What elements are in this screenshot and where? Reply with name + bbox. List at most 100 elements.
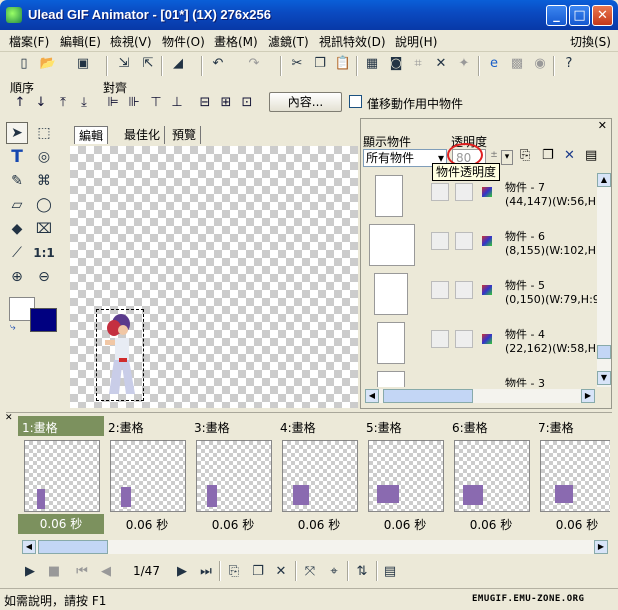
frame-item[interactable]: 4:畫格 0.06 秒 bbox=[276, 416, 362, 536]
duplicate-object-icon[interactable]: ❐ bbox=[542, 148, 554, 163]
first-frame-icon[interactable]: ⏮ bbox=[72, 561, 92, 581]
menu-switch[interactable]: 切換(S) bbox=[570, 33, 611, 50]
bring-forward-icon[interactable]: ↑ bbox=[11, 95, 29, 111]
object-visible-toggle[interactable] bbox=[431, 183, 449, 201]
menu-object[interactable]: 物件(O) bbox=[162, 33, 205, 50]
wizard-icon[interactable]: ◢ bbox=[168, 53, 188, 73]
previous-frame-icon[interactable]: ◀ bbox=[96, 561, 116, 581]
pick-icon[interactable]: ➤ bbox=[6, 122, 28, 144]
background-color-swatch[interactable] bbox=[30, 308, 57, 332]
bring-to-front-icon[interactable]: ⤒ bbox=[54, 95, 72, 111]
cut-icon[interactable]: ✂ bbox=[287, 53, 307, 73]
frame-icon[interactable]: ▦ bbox=[362, 53, 382, 73]
play-icon[interactable]: ▶ bbox=[20, 561, 40, 581]
next-frame-icon[interactable]: ▶ bbox=[172, 561, 192, 581]
scroll-left-icon[interactable]: ◀ bbox=[22, 540, 36, 554]
delete-frame-icon[interactable]: ✕ bbox=[271, 561, 291, 581]
menu-view[interactable]: 檢視(V) bbox=[110, 33, 152, 50]
magic-wand-icon[interactable]: ⌘ bbox=[33, 170, 55, 192]
frame-item[interactable]: 5:畫格 0.06 秒 bbox=[362, 416, 448, 536]
object-row[interactable]: 物件 - 6 (8,155)(W:102,H:8 bbox=[365, 222, 597, 270]
objects-vertical-scrollbar[interactable]: ▲ ▼ bbox=[597, 173, 611, 387]
close-button[interactable]: ✕ bbox=[592, 5, 613, 26]
frame-item[interactable]: 1:畫格 0.06 秒 bbox=[18, 416, 104, 536]
effect-icon[interactable]: ✦ bbox=[454, 53, 474, 73]
move-current-checkbox[interactable] bbox=[349, 95, 362, 108]
align-right-icon[interactable]: ⊪ bbox=[125, 95, 143, 111]
ellipse-icon[interactable]: ◯ bbox=[33, 194, 55, 216]
delete-object-icon[interactable]: ✕ bbox=[564, 148, 575, 163]
stop-icon[interactable]: ■ bbox=[44, 561, 64, 581]
menu-help[interactable]: 說明(H) bbox=[395, 33, 437, 50]
frame-properties-icon[interactable]: ▤ bbox=[380, 561, 400, 581]
canvas[interactable] bbox=[70, 146, 358, 408]
redo-icon[interactable]: ↷ bbox=[244, 53, 264, 73]
object-row[interactable]: 物件 - 7 (44,147)(W:56,H:1 bbox=[365, 173, 597, 221]
frame-item[interactable]: 3:畫格 0.06 秒 bbox=[190, 416, 276, 536]
disabled-icon[interactable]: ◉ bbox=[530, 53, 550, 73]
menu-filter[interactable]: 濾鏡(T) bbox=[268, 33, 309, 50]
marquee-icon[interactable]: ⬚ bbox=[33, 122, 55, 144]
zoom-in-icon[interactable]: ⊕ bbox=[6, 266, 28, 288]
center-horizontal-icon[interactable]: ⊟ bbox=[196, 95, 214, 111]
scroll-down-icon[interactable]: ▼ bbox=[597, 371, 611, 385]
frame-delay[interactable]: 0.06 秒 bbox=[448, 516, 534, 533]
export-icon[interactable]: ⇲ bbox=[114, 53, 134, 73]
tab-preview[interactable]: 預覽 bbox=[168, 126, 202, 144]
maximize-button[interactable]: □ bbox=[569, 5, 590, 26]
transform-icon[interactable]: ⌧ bbox=[33, 218, 55, 240]
banner-text-icon[interactable]: ⌖ bbox=[324, 561, 344, 581]
swap-colors-icon[interactable]: ⤷ bbox=[10, 322, 16, 333]
scroll-thumb[interactable] bbox=[38, 540, 108, 554]
menu-file[interactable]: 檔案(F) bbox=[9, 33, 49, 50]
center-vertical-icon[interactable]: ⊞ bbox=[217, 95, 235, 111]
center-both-icon[interactable]: ⊡ bbox=[238, 95, 256, 111]
frame-delay[interactable]: 0.06 秒 bbox=[276, 516, 362, 533]
opacity-dropdown-icon[interactable]: ▾ bbox=[501, 150, 513, 165]
brush-icon[interactable]: ✎ bbox=[6, 170, 28, 192]
object-lock-toggle[interactable] bbox=[455, 232, 473, 250]
scroll-thumb[interactable] bbox=[383, 389, 473, 403]
frame-delay[interactable]: 0.06 秒 bbox=[18, 514, 104, 534]
panel-close-icon[interactable]: ✕ bbox=[598, 119, 607, 132]
properties-button[interactable]: 內容... bbox=[269, 92, 342, 112]
object-lock-toggle[interactable] bbox=[455, 281, 473, 299]
new-icon[interactable]: ▯ bbox=[14, 53, 34, 73]
object-row[interactable]: 物件 - 3 bbox=[365, 369, 593, 387]
object-lock-toggle[interactable] bbox=[455, 183, 473, 201]
crop-icon[interactable]: ⌗ bbox=[408, 53, 428, 73]
duplicate-frame-icon[interactable]: ❐ bbox=[248, 561, 268, 581]
frame-delay[interactable]: 0.06 秒 bbox=[534, 516, 610, 533]
align-top-icon[interactable]: ⊤ bbox=[147, 95, 165, 111]
send-to-back-icon[interactable]: ⤓ bbox=[75, 95, 93, 111]
scroll-up-icon[interactable]: ▲ bbox=[597, 173, 611, 187]
menu-frame[interactable]: 畫格(M) bbox=[214, 33, 258, 50]
frame-item[interactable]: 6:畫格 0.06 秒 bbox=[448, 416, 534, 536]
align-bottom-icon[interactable]: ⊥ bbox=[168, 95, 186, 111]
text-icon[interactable]: T bbox=[6, 146, 28, 168]
object-visible-toggle[interactable] bbox=[431, 330, 449, 348]
eyedropper-icon[interactable]: ⟋ bbox=[6, 242, 28, 264]
scroll-left-icon[interactable]: ◀ bbox=[365, 389, 379, 403]
tab-optimize[interactable]: 最佳化 bbox=[120, 126, 166, 144]
scroll-thumb[interactable] bbox=[597, 345, 611, 359]
tab-edit[interactable]: 編輯 bbox=[74, 126, 109, 144]
zoom-out-icon[interactable]: ⊖ bbox=[33, 266, 55, 288]
menu-video-effect[interactable]: 視訊特效(D) bbox=[319, 33, 386, 50]
object-lock-toggle[interactable] bbox=[455, 330, 473, 348]
import-icon[interactable]: ⇱ bbox=[138, 53, 158, 73]
object-row[interactable]: 物件 - 4 (22,162)(W:58,H:9 bbox=[365, 320, 597, 368]
lasso-icon[interactable]: ◎ bbox=[33, 146, 55, 168]
object-visible-toggle[interactable] bbox=[431, 232, 449, 250]
minimize-button[interactable]: _ bbox=[546, 5, 567, 26]
save-icon[interactable]: ▣ bbox=[73, 53, 93, 73]
frame-delay[interactable]: 0.06 秒 bbox=[362, 516, 448, 533]
selected-object-outline[interactable] bbox=[96, 309, 144, 401]
tween-icon[interactable]: ⤧ bbox=[300, 561, 320, 581]
frame-item[interactable]: 7:畫格 0.06 秒 bbox=[534, 416, 610, 536]
scroll-right-icon[interactable]: ▶ bbox=[594, 540, 608, 554]
frame-item[interactable]: 2:畫格 0.06 秒 bbox=[104, 416, 190, 536]
zoom-100-icon[interactable]: 1:1 bbox=[33, 242, 55, 264]
send-backward-icon[interactable]: ↓ bbox=[32, 95, 50, 111]
object-visible-toggle[interactable] bbox=[431, 281, 449, 299]
